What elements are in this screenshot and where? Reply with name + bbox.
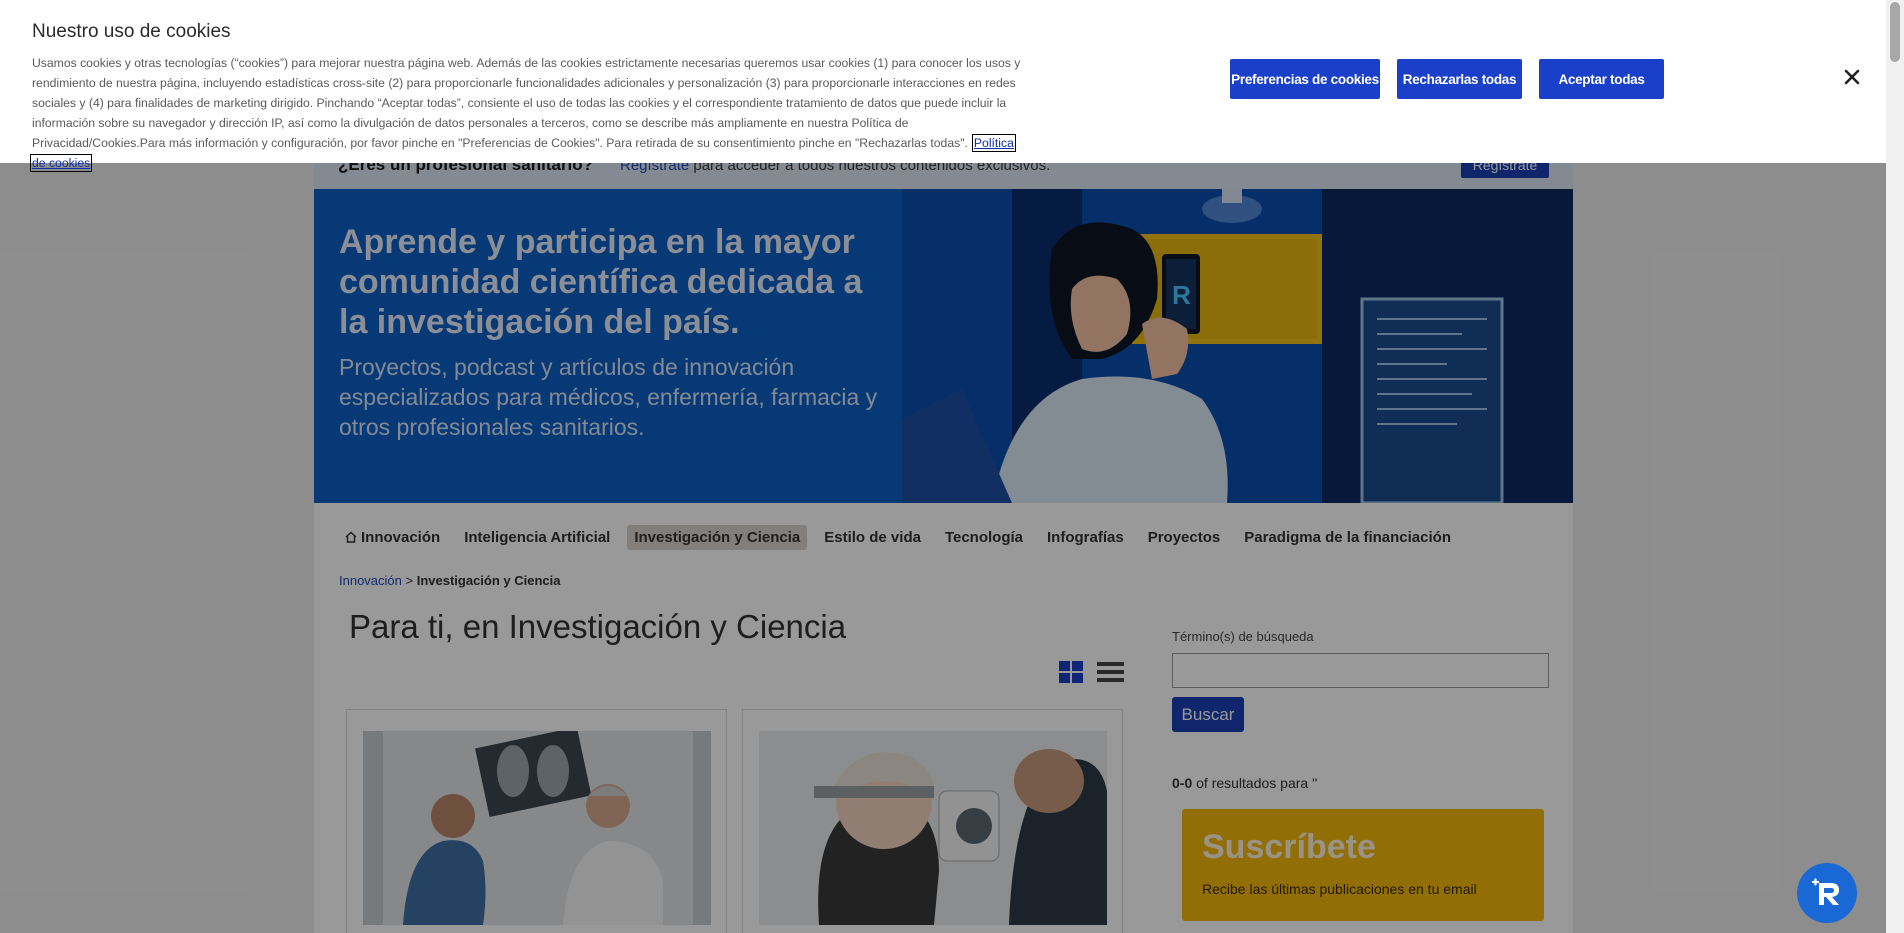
cookie-preferences-button[interactable]: Preferencias de cookies (1230, 59, 1380, 99)
scrollbar-thumb[interactable] (1890, 2, 1900, 62)
cookie-text: Usamos cookies y otras tecnologías (“coo… (30, 53, 1022, 173)
close-icon[interactable] (1843, 68, 1861, 86)
cookie-reject-all-button[interactable]: Rechazarlas todas (1397, 59, 1522, 99)
cookie-text-body: Usamos cookies y otras tecnologías (“coo… (32, 56, 1021, 150)
cookie-accept-all-button[interactable]: Aceptar todas (1539, 59, 1664, 99)
modal-overlay (0, 163, 1886, 933)
chat-widget-button[interactable] (1797, 863, 1857, 923)
cookie-title: Nuestro uso de cookies (32, 21, 231, 42)
app-logo-icon (1811, 878, 1839, 905)
page-scrollbar[interactable] (1886, 0, 1904, 933)
cookie-banner: Nuestro uso de cookies Usamos cookies y … (0, 0, 1886, 172)
